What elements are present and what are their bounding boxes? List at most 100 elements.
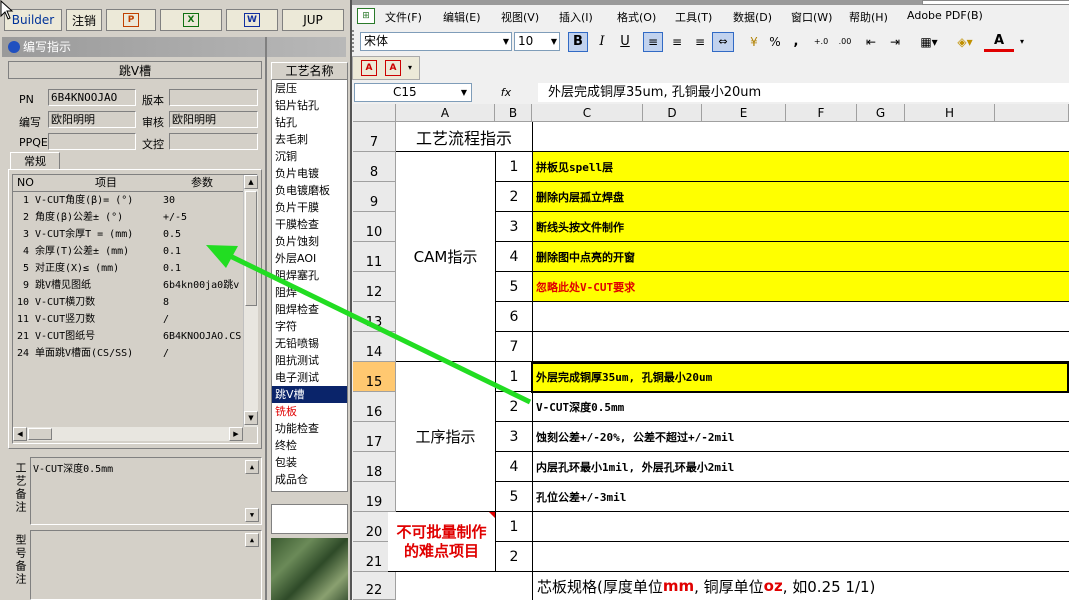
- decrease-indent-icon[interactable]: ⇤: [862, 32, 880, 52]
- currency-icon[interactable]: ¥: [743, 32, 765, 52]
- grid-row[interactable]: 5 对正度(X)≤ (mm) 0.1: [13, 260, 243, 277]
- process-list-item[interactable]: 层压: [272, 80, 347, 97]
- row-header[interactable]: 12: [353, 272, 396, 302]
- process-list-item[interactable]: 钻孔: [272, 114, 347, 131]
- scroll-left-icon[interactable]: ◀: [13, 427, 27, 441]
- row-number-cell[interactable]: 5: [495, 272, 532, 302]
- pdf-toolbar-options-icon[interactable]: ▾: [408, 63, 412, 72]
- row-header[interactable]: 22: [353, 572, 396, 600]
- row-header[interactable]: 14: [353, 332, 396, 362]
- grid-hscroll-thumb[interactable]: [28, 428, 52, 440]
- grid-row[interactable]: 10 V-CUT横刀数 8: [13, 294, 243, 311]
- instruction-cell[interactable]: [532, 512, 1069, 542]
- column-header[interactable]: H: [905, 104, 995, 122]
- decrease-decimal-icon[interactable]: .00: [834, 32, 856, 52]
- bold-button[interactable]: B: [568, 32, 588, 52]
- grid-cell-param[interactable]: 30: [163, 192, 243, 209]
- process-list-item[interactable]: 干膜检查: [272, 216, 347, 233]
- row-header[interactable]: 16: [353, 392, 396, 422]
- merge-center-button[interactable]: ⇔: [712, 32, 734, 52]
- scroll-up-icon[interactable]: ▲: [244, 175, 258, 189]
- logout-button[interactable]: 注销: [66, 9, 102, 31]
- menu-item[interactable]: 文件(F): [385, 9, 422, 25]
- row-header[interactable]: 7: [353, 122, 396, 152]
- row-header[interactable]: 9: [353, 182, 396, 212]
- process-list-item[interactable]: 负片蚀刻: [272, 233, 347, 250]
- word-button[interactable]: W: [226, 9, 278, 31]
- row-header[interactable]: 18: [353, 452, 396, 482]
- grid-cell-param[interactable]: /: [163, 311, 243, 328]
- fill-color-icon[interactable]: ◈▾: [950, 32, 980, 52]
- process-list-item[interactable]: 功能检查: [272, 420, 347, 437]
- ppt-button[interactable]: P: [106, 9, 156, 31]
- grid-cell-param[interactable]: 0.1: [163, 260, 243, 277]
- menu-item[interactable]: Adobe PDF(B): [907, 9, 983, 22]
- row-header[interactable]: 13: [353, 302, 396, 332]
- row-number-cell[interactable]: 7: [495, 332, 532, 362]
- grid-cell-param[interactable]: +/-5: [163, 209, 243, 226]
- row-number-cell[interactable]: 2: [495, 542, 532, 572]
- grid-row[interactable]: 2 角度(β)公差± (°) +/-5: [13, 209, 243, 226]
- row-header[interactable]: 8: [353, 152, 396, 182]
- column-header[interactable]: B: [495, 104, 532, 122]
- grid-row[interactable]: 11 V-CUT竖刀数 /: [13, 311, 243, 328]
- increase-indent-icon[interactable]: ⇥: [886, 32, 904, 52]
- process-list-item[interactable]: 阻焊: [272, 284, 347, 301]
- ppqe-field[interactable]: [48, 133, 136, 150]
- instruction-cell[interactable]: 内层孔环最小1mil, 外层孔环最小2mil: [532, 452, 1069, 482]
- grid-horizontal-scrollbar[interactable]: ◀ ▶: [13, 427, 243, 441]
- font-size-select[interactable]: 10 ▼: [514, 32, 560, 51]
- menu-item[interactable]: 插入(I): [559, 9, 593, 25]
- cell-process-label[interactable]: 工序指示: [396, 362, 495, 512]
- row-number-cell[interactable]: 3: [495, 212, 532, 242]
- editor-field[interactable]: 欧阳明明: [48, 111, 136, 128]
- font-name-select[interactable]: 宋体 ▼: [360, 32, 512, 51]
- instruction-cell[interactable]: 孔位公差+/-3mil: [532, 482, 1069, 512]
- column-header[interactable]: G: [857, 104, 905, 122]
- process-note-field[interactable]: V-CUT深度0.5mm ▲ ▼: [30, 457, 262, 525]
- grid-cell-param[interactable]: 6b4kn00ja0跳v: [163, 277, 243, 294]
- row-header[interactable]: 19: [353, 482, 396, 512]
- instruction-cell[interactable]: 断线头按文件制作: [532, 212, 1069, 242]
- menu-item[interactable]: 编辑(E): [443, 9, 481, 25]
- cell-a22[interactable]: [396, 572, 532, 600]
- process-list-item[interactable]: 铣板: [272, 403, 347, 420]
- process-list-item[interactable]: 阻焊塞孔: [272, 267, 347, 284]
- cell-cam-label[interactable]: CAM指示: [396, 152, 495, 362]
- grid-row[interactable]: 1 V-CUT角度(β)= (°) 30: [13, 192, 243, 209]
- process-list-item[interactable]: 沉铜: [272, 148, 347, 165]
- grid-cell-param[interactable]: 0.5: [163, 226, 243, 243]
- row-number-cell[interactable]: 1: [495, 152, 532, 182]
- memo-scroll-down-icon[interactable]: ▼: [245, 508, 259, 522]
- excel-doc-icon[interactable]: ⊞: [357, 8, 375, 24]
- instruction-cell[interactable]: 删除图中点亮的开窗: [532, 242, 1069, 272]
- instruction-cell[interactable]: [532, 332, 1069, 362]
- memo-scroll-up-icon[interactable]: ▲: [245, 460, 259, 474]
- grid-cell-param[interactable]: 8: [163, 294, 243, 311]
- process-list-item[interactable]: 电子测试: [272, 369, 347, 386]
- align-center-button[interactable]: ≡: [667, 32, 687, 52]
- instruction-cell[interactable]: 拼板见spell层: [532, 152, 1069, 182]
- fx-icon[interactable]: fx: [478, 83, 534, 102]
- row-number-cell[interactable]: 2: [495, 392, 532, 422]
- menu-item[interactable]: 数据(D): [733, 9, 772, 25]
- pdf-email-icon[interactable]: A: [385, 60, 401, 76]
- process-list-item[interactable]: 负片干膜: [272, 199, 347, 216]
- grid-cell-param[interactable]: 0.1: [163, 243, 243, 260]
- grid-vertical-scrollbar[interactable]: ▲ ▼: [243, 175, 258, 427]
- formula-bar[interactable]: 外层完成铜厚35um, 孔铜最小20um: [538, 83, 1069, 102]
- row-number-cell[interactable]: 3: [495, 422, 532, 452]
- process-list-item[interactable]: 去毛刺: [272, 131, 347, 148]
- menu-item[interactable]: 工具(T): [675, 9, 712, 25]
- row-header[interactable]: 10: [353, 212, 396, 242]
- grid-scroll-thumb[interactable]: [245, 191, 257, 306]
- row-header[interactable]: 11: [353, 242, 396, 272]
- process-list-item[interactable]: 铝片钻孔: [272, 97, 347, 114]
- tab-general[interactable]: 常规: [10, 152, 60, 170]
- row-number-cell[interactable]: 5: [495, 482, 532, 512]
- process-list-item[interactable]: 负电镀磨板: [272, 182, 347, 199]
- row-number-cell[interactable]: 1: [495, 512, 532, 542]
- grid-row[interactable]: 9 跳V槽见图纸 6b4kn00ja0跳v: [13, 277, 243, 294]
- cell-core-spec[interactable]: 芯板规格(厚度单位 mm, 铜厚单位 oz, 如0.25 1/1): [532, 572, 1069, 600]
- process-list-item[interactable]: 阻抗测试: [272, 352, 347, 369]
